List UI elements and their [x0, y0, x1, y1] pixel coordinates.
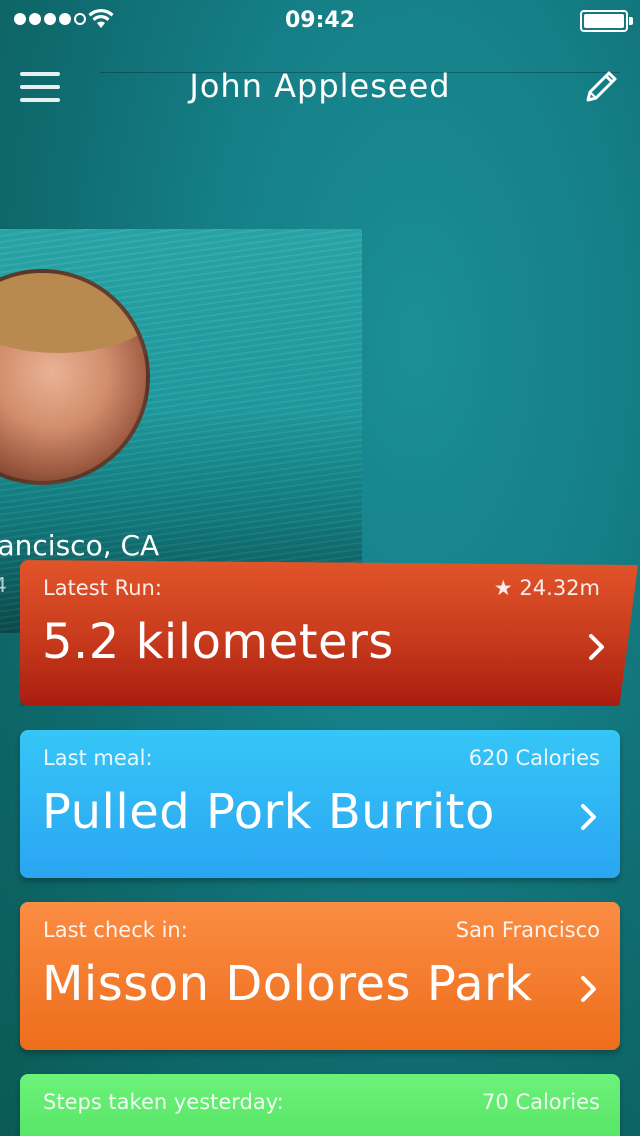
meal-value: Pulled Pork Burrito	[42, 784, 495, 840]
run-meta: ★ 24.32m	[493, 576, 600, 600]
run-label: Latest Run:	[43, 576, 162, 600]
steps-meta: 70 Calories	[482, 1090, 600, 1114]
checkin-meta: San Francisco	[455, 918, 600, 942]
last-meal-card[interactable]: Last meal: 620 Calories Pulled Pork Burr…	[20, 730, 620, 878]
last-checkin-card[interactable]: Last check in: San Francisco Misson Dolo…	[20, 902, 620, 1050]
avatar[interactable]	[0, 269, 150, 485]
page-title: John Appleseed	[189, 67, 451, 105]
battery-icon	[580, 10, 628, 32]
checkin-value: Misson Dolores Park	[42, 956, 533, 1012]
steps-label: Steps taken yesterday:	[43, 1090, 284, 1114]
steps-card[interactable]: Steps taken yesterday: 70 Calories	[20, 1074, 620, 1136]
pencil-edit-icon[interactable]	[580, 66, 622, 108]
meal-label: Last meal:	[43, 746, 153, 770]
chevron-right-icon	[581, 976, 596, 1002]
profile-location: rancisco, CA	[0, 529, 160, 562]
battery-tip	[629, 17, 633, 25]
profile-subline: 4	[0, 573, 7, 597]
meal-meta: 620 Calories	[468, 746, 600, 770]
latest-run-card[interactable]: Latest Run: ★ 24.32m 5.2 kilometers	[20, 560, 638, 706]
status-time: 09:42	[284, 8, 356, 33]
chevron-right-icon	[581, 804, 596, 830]
navigation-bar: John Appleseed	[0, 40, 640, 130]
run-value: 5.2 kilometers	[42, 614, 394, 670]
checkin-label: Last check in:	[43, 918, 188, 942]
chevron-right-icon	[589, 634, 604, 660]
status-bar: 09:42	[0, 0, 640, 40]
